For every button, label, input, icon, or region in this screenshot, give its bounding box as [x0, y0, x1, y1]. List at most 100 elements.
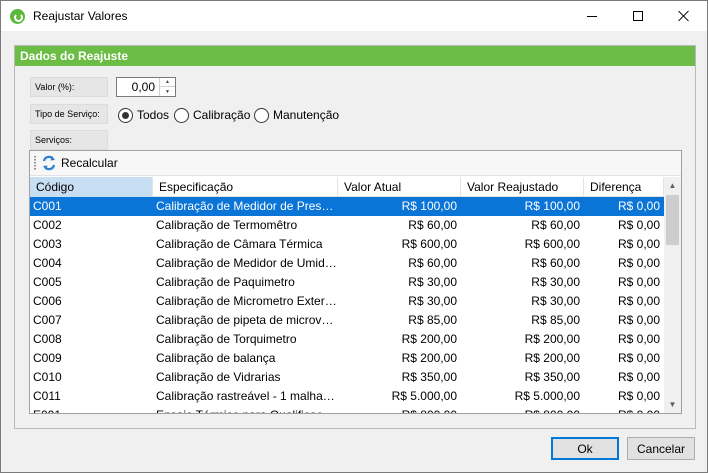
spin-up-button[interactable]: ▲ — [160, 78, 175, 87]
cell-codigo[interactable]: C002 — [30, 216, 153, 235]
recalcular-button[interactable]: Recalcular — [41, 154, 118, 172]
table-row[interactable]: C011 Calibração rastreável - 1 malha de t… — [30, 387, 664, 406]
table-row[interactable]: C003 Calibração de Câmara Térmica R$ 600,0… — [30, 235, 664, 254]
cell-especificacao[interactable]: Calibração de Termomêtro — [153, 216, 338, 235]
cell-valor-reajustado[interactable]: R$ 200,00 — [461, 349, 584, 368]
cell-valor-atual[interactable]: R$ 60,00 — [338, 216, 461, 235]
cell-diferenca[interactable]: R$ 0,00 — [584, 311, 664, 330]
valor-value[interactable]: 0,00 — [132, 80, 155, 94]
cancel-button[interactable]: Cancelar — [627, 437, 695, 460]
cell-valor-atual[interactable]: R$ 60,00 — [338, 254, 461, 273]
cell-codigo[interactable]: E001 — [30, 406, 153, 413]
cell-valor-atual[interactable]: R$ 200,00 — [338, 349, 461, 368]
cell-valor-atual[interactable]: R$ 85,00 — [338, 311, 461, 330]
scroll-up-arrow-icon[interactable]: ▲ — [664, 177, 681, 194]
cell-codigo[interactable]: C005 — [30, 273, 153, 292]
vertical-scrollbar[interactable]: ▲ ▼ — [664, 177, 681, 413]
cell-valor-reajustado[interactable]: R$ 100,00 — [461, 197, 584, 216]
cell-valor-reajustado[interactable]: R$ 200,00 — [461, 330, 584, 349]
cell-valor-atual[interactable]: R$ 5.000,00 — [338, 387, 461, 406]
cell-diferenca[interactable]: R$ 0,00 — [584, 235, 664, 254]
cell-valor-atual[interactable]: R$ 100,00 — [338, 197, 461, 216]
cell-diferenca[interactable]: R$ 0,00 — [584, 406, 664, 413]
column-header-codigo[interactable]: Código — [30, 177, 153, 197]
cell-valor-reajustado[interactable]: R$ 5.000,00 — [461, 387, 584, 406]
table-row[interactable]: C008 Calibração de Torquimetro R$ 200,00 R$… — [30, 330, 664, 349]
cell-especificacao[interactable]: Calibração de pipeta de microvolume — [153, 311, 338, 330]
maximize-button[interactable] — [615, 1, 661, 31]
table-row[interactable]: C004 Calibração de Medidor de Umidade R$ 6… — [30, 254, 664, 273]
table-row[interactable]: C002 Calibração de Termomêtro R$ 60,00 R$ 6… — [30, 216, 664, 235]
table-row[interactable]: C006 Calibração de Micrometro Externo R$ 3… — [30, 292, 664, 311]
cell-valor-reajustado[interactable]: R$ 800,00 — [461, 406, 584, 413]
cell-valor-reajustado[interactable]: R$ 85,00 — [461, 311, 584, 330]
cell-codigo[interactable]: C007 — [30, 311, 153, 330]
radio-todos[interactable]: Todos — [118, 107, 169, 123]
cell-diferenca[interactable]: R$ 0,00 — [584, 387, 664, 406]
cell-especificacao[interactable]: Calibração de balança — [153, 349, 338, 368]
radio-unchecked-icon[interactable] — [254, 107, 269, 123]
radio-calibracao[interactable]: Calibração — [174, 107, 250, 123]
table-row[interactable]: C007 Calibração de pipeta de microvolume R… — [30, 311, 664, 330]
table-row[interactable]: C001 Calibração de Medidor de Pressão R$ 1… — [30, 197, 664, 216]
cell-especificacao[interactable]: Calibração de Torquimetro — [153, 330, 338, 349]
cell-diferenca[interactable]: R$ 0,00 — [584, 330, 664, 349]
scroll-down-arrow-icon[interactable]: ▼ — [664, 396, 681, 413]
cell-valor-atual[interactable]: R$ 200,00 — [338, 330, 461, 349]
cell-especificacao[interactable]: Calibração de Medidor de Pressão — [153, 197, 338, 216]
cell-especificacao[interactable]: Calibração de Medidor de Umidade — [153, 254, 338, 273]
cell-valor-atual[interactable]: R$ 600,00 — [338, 235, 461, 254]
cell-especificacao[interactable]: Calibração rastreável - 1 malha de t... — [153, 387, 338, 406]
column-header-valor-atual[interactable]: Valor Atual — [338, 177, 461, 197]
ok-button[interactable]: Ok — [551, 437, 619, 460]
cell-valor-atual[interactable]: R$ 350,00 — [338, 368, 461, 387]
cell-codigo[interactable]: C009 — [30, 349, 153, 368]
table-row[interactable]: E001Ensaio Térmico para Qualificação d..… — [30, 406, 664, 413]
cell-valor-reajustado[interactable]: R$ 30,00 — [461, 273, 584, 292]
column-header-diferenca[interactable]: Diferença — [584, 177, 664, 197]
scrollbar-thumb[interactable] — [666, 195, 679, 245]
spin-down-button[interactable]: ▼ — [160, 87, 175, 96]
radio-manutencao-label[interactable]: Manutenção — [273, 108, 339, 122]
cell-diferenca[interactable]: R$ 0,00 — [584, 273, 664, 292]
radio-calibracao-label[interactable]: Calibração — [193, 108, 250, 122]
table-row[interactable]: C005 Calibração de Paquimetro R$ 30,00 R$ 3… — [30, 273, 664, 292]
cell-especificacao[interactable]: Calibração de Vidrarias — [153, 368, 338, 387]
cell-codigo[interactable]: C010 — [30, 368, 153, 387]
cell-codigo[interactable]: C001 — [30, 197, 153, 216]
cell-codigo[interactable]: C003 — [30, 235, 153, 254]
radio-unchecked-icon[interactable] — [174, 107, 189, 123]
cell-diferenca[interactable]: R$ 0,00 — [584, 349, 664, 368]
cell-valor-atual[interactable]: R$ 30,00 — [338, 292, 461, 311]
radio-manutencao[interactable]: Manutenção — [254, 107, 339, 123]
cell-codigo[interactable]: C011 — [30, 387, 153, 406]
cell-codigo[interactable]: C006 — [30, 292, 153, 311]
cell-valor-reajustado[interactable]: R$ 60,00 — [461, 254, 584, 273]
cell-valor-reajustado[interactable]: R$ 30,00 — [461, 292, 584, 311]
cell-diferenca[interactable]: R$ 0,00 — [584, 216, 664, 235]
table-row[interactable]: C009 Calibração de balança R$ 200,00 R$ 200… — [30, 349, 664, 368]
cell-especificacao[interactable]: Ensaio Térmico para Qualificação d... — [153, 406, 338, 413]
column-header-valor-reajustado[interactable]: Valor Reajustado — [461, 177, 584, 197]
recalcular-label[interactable]: Recalcular — [61, 156, 118, 170]
cell-valor-reajustado[interactable]: R$ 350,00 — [461, 368, 584, 387]
cell-codigo[interactable]: C008 — [30, 330, 153, 349]
cell-especificacao[interactable]: Calibração de Micrometro Externo — [153, 292, 338, 311]
cell-diferenca[interactable]: R$ 0,00 — [584, 292, 664, 311]
minimize-button[interactable] — [569, 1, 615, 31]
column-header-especificacao[interactable]: Especificação — [153, 177, 338, 197]
cell-valor-reajustado[interactable]: R$ 60,00 — [461, 216, 584, 235]
radio-todos-label[interactable]: Todos — [137, 108, 169, 122]
close-button[interactable] — [661, 1, 707, 31]
cell-valor-reajustado[interactable]: R$ 600,00 — [461, 235, 584, 254]
cell-valor-atual[interactable]: R$ 800,00 — [338, 406, 461, 413]
cell-diferenca[interactable]: R$ 0,00 — [584, 368, 664, 387]
cell-codigo[interactable]: C004 — [30, 254, 153, 273]
cell-especificacao[interactable]: Calibração de Câmara Térmica — [153, 235, 338, 254]
table-row[interactable]: C010 Calibração de Vidrarias R$ 350,00 R$ 3… — [30, 368, 664, 387]
cell-valor-atual[interactable]: R$ 30,00 — [338, 273, 461, 292]
radio-checked-icon[interactable] — [118, 107, 133, 123]
cell-especificacao[interactable]: Calibração de Paquimetro — [153, 273, 338, 292]
cell-diferenca[interactable]: R$ 0,00 — [584, 254, 664, 273]
valor-spin-input[interactable]: 0,00 ▲ ▼ — [116, 77, 176, 97]
